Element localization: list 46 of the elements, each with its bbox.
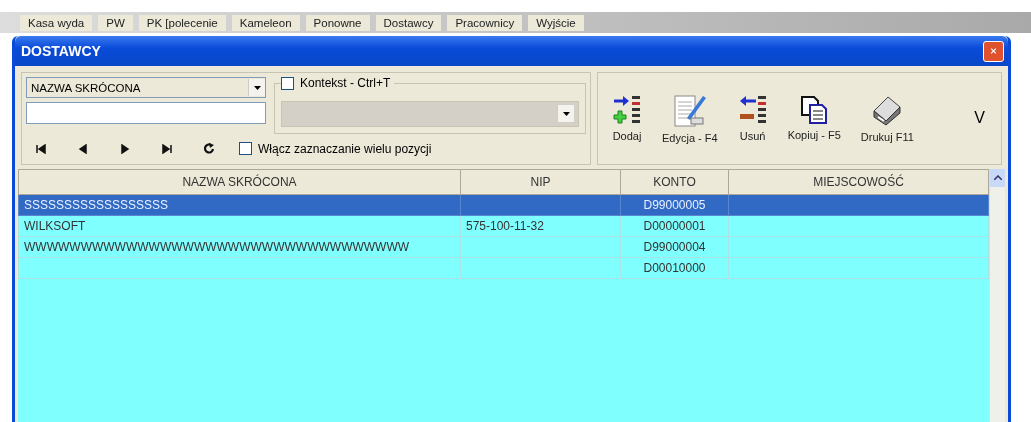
menu-item[interactable]: Pracownicy (447, 14, 523, 31)
close-button[interactable] (983, 40, 1004, 62)
menu-item[interactable]: Dostawcy (375, 14, 442, 31)
last-record-icon[interactable] (162, 143, 172, 154)
add-list-icon (612, 94, 642, 127)
refresh-icon[interactable] (204, 143, 215, 154)
dropdown-arrow-icon (562, 111, 570, 116)
previous-record-icon[interactable] (78, 143, 88, 154)
menu-item[interactable]: PK [polecenie (138, 14, 226, 31)
toolbar-button[interactable]: Kopiuj - F5 (783, 93, 845, 144)
toolbar-button[interactable]: Usuń (733, 92, 772, 145)
table-cell: WILKSOFT (18, 215, 461, 236)
first-record-icon[interactable] (36, 143, 46, 154)
table-cell: WWWWWWWWWWWWWWWWWWWWWWWWWWWWWWWWWW (18, 236, 461, 257)
toolbar-button[interactable]: Edycja - F4 (658, 90, 722, 147)
menu-item[interactable]: PW (98, 14, 133, 31)
search-field[interactable] (26, 102, 266, 124)
table-cell: D99000004 (620, 236, 729, 257)
column-header[interactable]: MIEJSCOWOŚĆ (728, 169, 989, 194)
menu-item[interactable]: Wyjście (528, 14, 584, 31)
dropdown-arrow-icon (253, 85, 261, 90)
edit-document-icon (672, 92, 707, 129)
menu-item[interactable]: Ponowne (305, 14, 370, 31)
table-cell: SSSSSSSSSSSSSSSSSS (18, 194, 461, 215)
column-header[interactable]: NAZWA SKRÓCONA (18, 169, 461, 194)
multi-select-label: Włącz zaznaczanie wielu pozycji (258, 141, 432, 156)
more-button[interactable]: V (968, 109, 991, 128)
scroll-up-icon[interactable] (993, 175, 1002, 180)
menu-item[interactable]: Kasa wyda (20, 14, 93, 31)
table-cell: D00000001 (620, 215, 729, 236)
table-cell: D00010000 (620, 257, 729, 278)
menu-item[interactable]: Kameleon (231, 14, 300, 31)
context-label: Kontekst - Ctrl+T (300, 76, 391, 90)
copy-icon (800, 95, 829, 126)
toolbar-button[interactable]: Dodaj (608, 92, 646, 145)
column-header[interactable]: KONTO (620, 169, 729, 194)
field-dropdown[interactable]: NAZWA SKRÓCONA (26, 77, 266, 98)
context-checkbox[interactable] (281, 76, 294, 90)
window-title: DOSTAWCY (21, 43, 101, 59)
scrollbar[interactable] (989, 168, 1005, 422)
close-icon (990, 45, 997, 57)
multi-select-checkbox[interactable] (239, 142, 252, 155)
column-header[interactable]: NIP (460, 169, 621, 194)
toolbar-button[interactable]: Drukuj F11 (856, 91, 918, 146)
table-cell: 575-100-11-32 (460, 215, 621, 236)
next-record-icon[interactable] (120, 143, 130, 154)
